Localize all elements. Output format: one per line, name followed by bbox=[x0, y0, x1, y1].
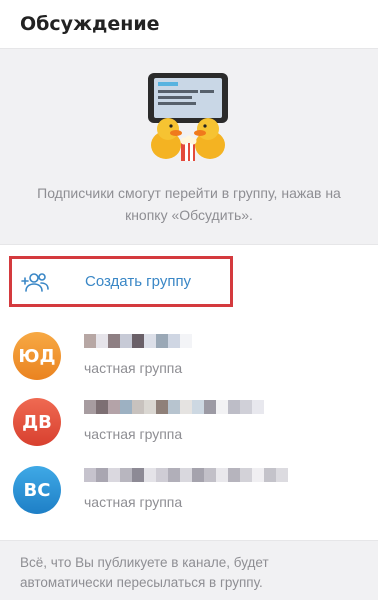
header: Обсуждение bbox=[0, 0, 378, 48]
footer-note: Всё, что Вы публикуете в канале, будет а… bbox=[0, 540, 378, 600]
avatar-initials: ВС bbox=[23, 479, 51, 501]
create-group-button[interactable]: Создать группу bbox=[9, 256, 233, 307]
ducks-with-screen-illustration bbox=[148, 73, 228, 161]
intro-panel: Подписчики смогут перейти в группу, нажа… bbox=[0, 48, 378, 245]
avatar: ЮД bbox=[13, 332, 61, 380]
avatar-initials: ЮД bbox=[18, 345, 56, 367]
blurred-group-name bbox=[84, 468, 288, 482]
avatar-initials: ДВ bbox=[22, 411, 52, 433]
avatar: ДВ bbox=[13, 398, 61, 446]
group-type: частная группа bbox=[84, 426, 183, 442]
footer-text: Всё, что Вы публикуете в канале, будет а… bbox=[20, 555, 269, 590]
list-item[interactable]: ЮД частная группа bbox=[0, 322, 378, 386]
list-item[interactable]: ВС частная группа bbox=[0, 456, 378, 520]
avatar: ВС bbox=[13, 466, 61, 514]
create-group-label: Создать группу bbox=[85, 273, 192, 290]
group-type: частная группа bbox=[84, 494, 183, 510]
list-item[interactable]: ДВ частная группа bbox=[0, 388, 378, 452]
page-title: Обсуждение bbox=[20, 13, 160, 35]
add-user-icon bbox=[21, 272, 49, 292]
blurred-group-name bbox=[84, 400, 264, 414]
blurred-group-name bbox=[84, 334, 192, 348]
intro-description: Подписчики смогут перейти в группу, нажа… bbox=[37, 185, 341, 223]
group-type: частная группа bbox=[84, 360, 183, 376]
